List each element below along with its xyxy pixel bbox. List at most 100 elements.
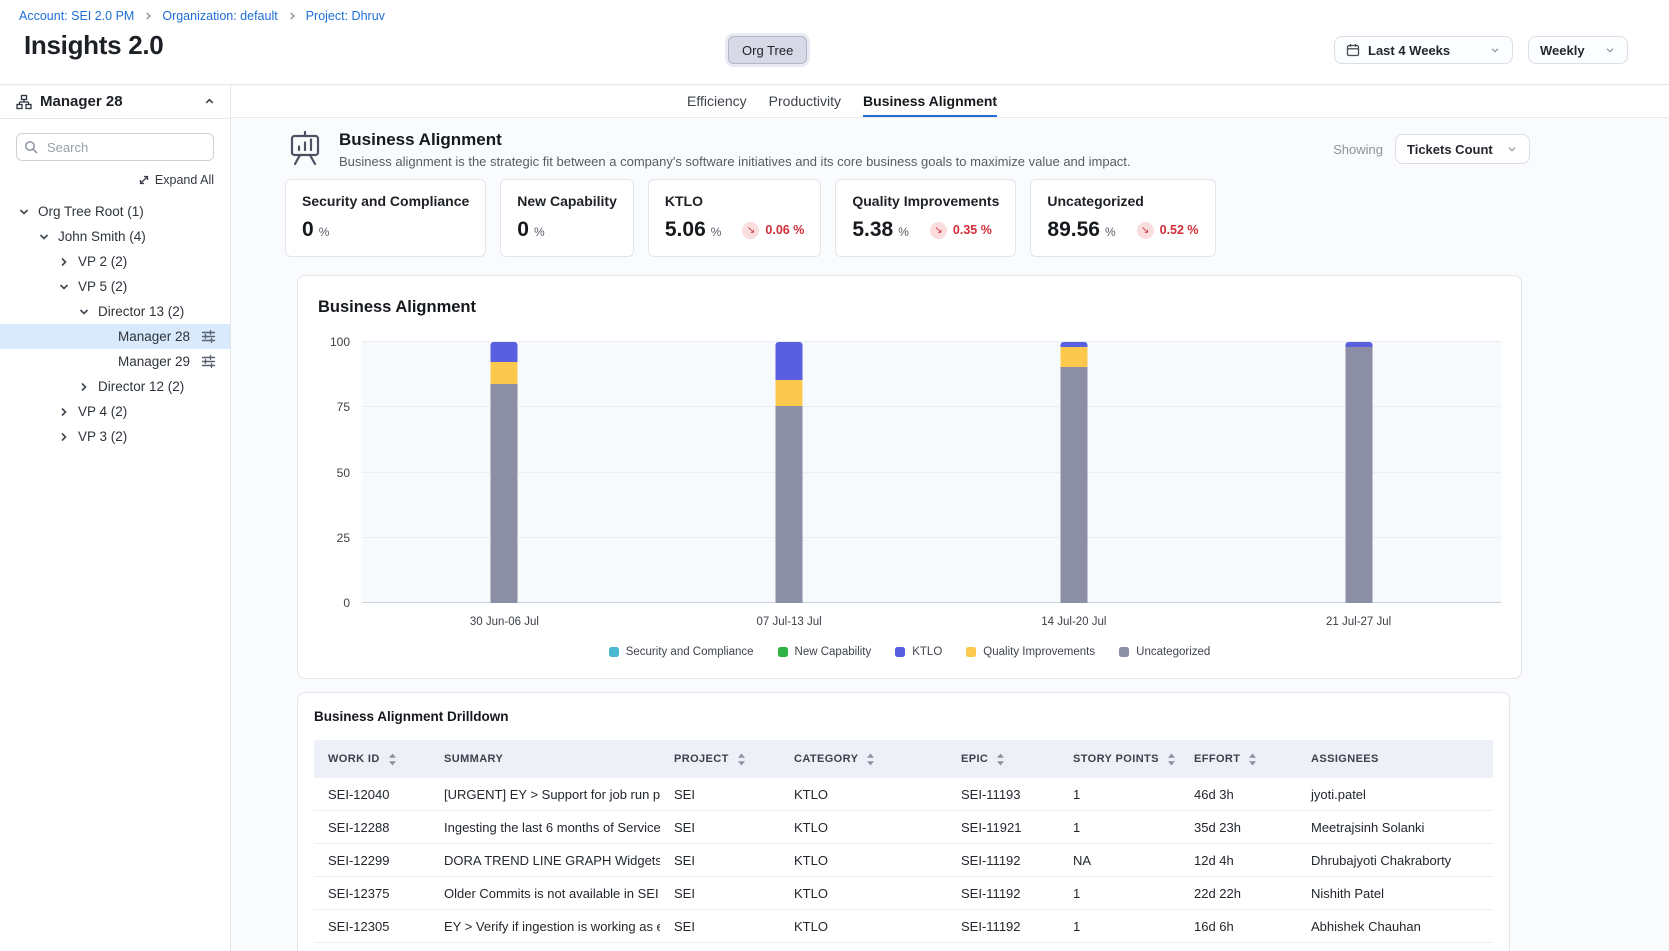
stat-delta: ↘0.06 % <box>742 222 804 239</box>
date-range-select[interactable]: Last 4 Weeks <box>1334 36 1513 64</box>
org-tree: Org Tree Root (1)John Smith (4)VP 2 (2)V… <box>0 199 230 449</box>
column-header-summary[interactable]: SUMMARY <box>430 753 660 765</box>
calendar-icon <box>1346 43 1360 57</box>
legend-swatch <box>1119 647 1129 657</box>
granularity-select[interactable]: Weekly <box>1528 36 1628 64</box>
table-row[interactable]: SEI-12305EY > Verify if ingestion is wor… <box>314 910 1493 943</box>
showing-value: Tickets Count <box>1407 142 1493 157</box>
column-header-work-id[interactable]: WORK ID <box>314 753 430 766</box>
tree-item-vp-4-2[interactable]: VP 4 (2) <box>0 399 230 424</box>
table-row[interactable]: SEI-12288Ingesting the last 6 months of … <box>314 811 1493 844</box>
chevron-down-icon <box>1604 44 1616 56</box>
legend-item-uncategorized[interactable]: Uncategorized <box>1119 646 1210 658</box>
sidebar: Manager 28 Expand All Org Tree Root (1)J… <box>0 85 231 951</box>
chevron-right-icon[interactable] <box>56 406 72 418</box>
sort-icon[interactable] <box>388 753 397 766</box>
column-header-project[interactable]: PROJECT <box>660 753 780 766</box>
stat-unit: % <box>319 225 330 239</box>
cell-project: SEI <box>660 919 780 934</box>
chevron-right-icon[interactable] <box>76 381 92 393</box>
tree-item-label: Manager 29 <box>118 354 190 369</box>
bar-30-jun-06-jul[interactable] <box>491 342 518 603</box>
tab-productivity[interactable]: Productivity <box>769 85 841 117</box>
column-header-category[interactable]: CATEGORY <box>780 753 947 766</box>
arrow-down-right-icon: ↘ <box>742 222 759 239</box>
bar-segment-uncategorized <box>1345 347 1372 603</box>
table-header: WORK IDSUMMARYPROJECTCATEGORYEPICSTORY P… <box>314 740 1493 778</box>
cell-effort: 46d 3h <box>1180 787 1297 802</box>
tree-item-director-12-2[interactable]: Director 12 (2) <box>0 374 230 399</box>
tabs-bar: Efficiency Productivity Business Alignment <box>231 85 1669 118</box>
bar-14-jul-20-jul[interactable] <box>1060 342 1087 603</box>
stat-value: 0 <box>517 218 529 242</box>
table-row[interactable]: SEI-12375Older Commits is not available … <box>314 877 1493 910</box>
search-input[interactable] <box>16 133 214 161</box>
column-header-story-points[interactable]: STORY POINTS <box>1059 753 1180 766</box>
showing-select[interactable]: Tickets Count <box>1395 134 1530 164</box>
chevron-down-icon[interactable] <box>16 206 32 218</box>
tree-item-john-smith-4[interactable]: John Smith (4) <box>0 224 230 249</box>
breadcrumb-organization-link[interactable]: Organization: default <box>162 9 277 23</box>
tab-business-alignment[interactable]: Business Alignment <box>863 85 997 117</box>
bar-segment-quality-improvements <box>776 380 803 406</box>
chevron-right-icon[interactable] <box>56 431 72 443</box>
legend-item-quality-improvements[interactable]: Quality Improvements <box>966 646 1095 658</box>
chevron-down-icon[interactable] <box>36 231 52 243</box>
stat-card-title: Security and Compliance <box>302 193 469 209</box>
sort-icon[interactable] <box>996 753 1005 766</box>
stat-value-row: 0% <box>302 218 469 242</box>
tree-item-label: Director 13 (2) <box>98 304 184 319</box>
breadcrumb-project-link[interactable]: Project: Dhruv <box>306 9 385 23</box>
tree-item-director-13-2[interactable]: Director 13 (2) <box>0 299 230 324</box>
sliders-icon[interactable] <box>201 354 216 369</box>
stat-card-title: New Capability <box>517 193 617 209</box>
bar-segment-ktlo <box>491 342 518 362</box>
expand-all-button[interactable]: Expand All <box>16 173 214 187</box>
chevron-right-icon[interactable] <box>56 256 72 268</box>
tree-item-vp-5-2[interactable]: VP 5 (2) <box>0 274 230 299</box>
legend-item-ktlo[interactable]: KTLO <box>895 646 942 658</box>
tab-efficiency[interactable]: Efficiency <box>687 85 747 117</box>
tree-item-vp-3-2[interactable]: VP 3 (2) <box>0 424 230 449</box>
org-tree-button[interactable]: Org Tree <box>728 36 807 64</box>
bar-07-jul-13-jul[interactable] <box>776 342 803 603</box>
sliders-icon[interactable] <box>201 329 216 344</box>
page-header: Account: SEI 2.0 PM Organization: defaul… <box>0 0 1669 84</box>
breadcrumb-account-link[interactable]: Account: SEI 2.0 PM <box>19 9 134 23</box>
section-description: Business alignment is the strategic fit … <box>339 154 1131 169</box>
drilldown-card: Business Alignment Drilldown WORK IDSUMM… <box>297 692 1510 951</box>
cell-epic: SEI-11192 <box>947 886 1059 901</box>
chevron-down-icon[interactable] <box>76 306 92 318</box>
chevron-down-icon[interactable] <box>56 281 72 293</box>
stat-delta-value: 0.52 % <box>1160 223 1199 237</box>
legend-item-new-capability[interactable]: New Capability <box>778 646 872 658</box>
business-alignment-icon <box>285 129 325 169</box>
tree-item-org-tree-root-1[interactable]: Org Tree Root (1) <box>0 199 230 224</box>
gridline <box>362 472 1501 473</box>
cell-summary: Ingesting the last 6 months of ServiceN.… <box>430 820 660 835</box>
sort-icon[interactable] <box>1167 753 1176 766</box>
sort-icon[interactable] <box>1248 753 1257 766</box>
main-content: Business Alignment Business alignment is… <box>231 118 1669 951</box>
tree-item-vp-2-2[interactable]: VP 2 (2) <box>0 249 230 274</box>
stat-unit: % <box>711 225 722 239</box>
table-row[interactable]: SEI-12299DORA TREND LINE GRAPH Widgets i… <box>314 844 1493 877</box>
column-header-effort[interactable]: EFFORT <box>1180 753 1297 766</box>
tree-item-manager-29[interactable]: Manager 29 <box>0 349 230 374</box>
y-tick-label: 50 <box>337 466 350 480</box>
cell-assignees: jyoti.patel <box>1297 787 1493 802</box>
table-row[interactable]: SEI-12040[URGENT] EY > Support for job r… <box>314 778 1493 811</box>
stat-card-title: KTLO <box>665 193 804 209</box>
cell-story-points: 1 <box>1059 919 1180 934</box>
sort-icon[interactable] <box>737 753 746 766</box>
column-header-assignees[interactable]: ASSIGNEES <box>1297 753 1493 765</box>
column-header-epic[interactable]: EPIC <box>947 753 1059 766</box>
chevron-down-icon <box>1489 44 1501 56</box>
tree-item-label: Director 12 (2) <box>98 379 184 394</box>
legend-item-security-and-compliance[interactable]: Security and Compliance <box>609 646 754 658</box>
bar-21-jul-27-jul[interactable] <box>1345 342 1372 603</box>
sort-icon[interactable] <box>866 753 875 766</box>
chevron-up-icon[interactable] <box>203 95 216 108</box>
search-icon <box>24 140 38 154</box>
tree-item-manager-28[interactable]: Manager 28 <box>0 324 230 349</box>
